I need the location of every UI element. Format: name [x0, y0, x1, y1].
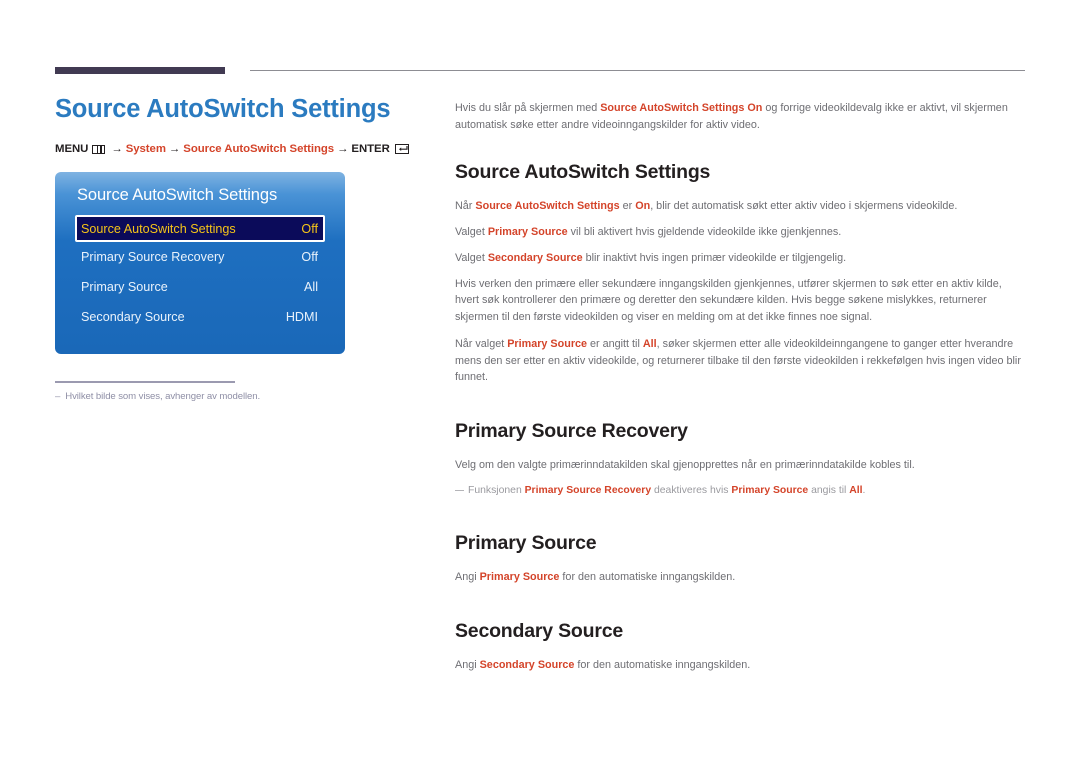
section-title-primary-source: Primary Source	[455, 532, 597, 555]
note-highlight: All	[849, 484, 863, 496]
osd-row-value: Off	[301, 250, 318, 265]
footnote: – Hvilket bilde som vises, avhenger av m…	[55, 391, 425, 402]
para-highlight: Secondary Source	[479, 659, 575, 672]
osd-row-primary-source-recovery[interactable]: Primary Source Recovery Off	[75, 242, 325, 272]
note-body: Funksjonen Primary Source Recovery deakt…	[468, 483, 865, 499]
para-text: Når valget	[455, 337, 508, 350]
para-text: for den automatiske inngangskilden.	[574, 659, 751, 672]
para-text: Angi	[455, 659, 480, 672]
osd-menu-panel: Source AutoSwitch Settings Source AutoSw…	[55, 172, 345, 355]
osd-panel-title: Source AutoSwitch Settings	[77, 186, 278, 205]
osd-row-value: HDMI	[285, 310, 318, 325]
menu-path-breadcrumb: MENU → System → Source AutoSwitch Settin…	[55, 143, 425, 155]
footnote-dash: –	[55, 391, 61, 403]
menu-path-arrow-2: →	[168, 143, 181, 156]
section-2-paragraph-0: Angi Primary Source for den automatiske …	[455, 569, 1027, 586]
footnote-divider	[55, 381, 235, 384]
section-0-paragraph-3: Hvis verken den primære eller sekundære …	[455, 277, 1002, 324]
section-title-source-autoswitch-settings: Source AutoSwitch Settings	[455, 161, 711, 184]
para-highlight: On	[635, 200, 651, 213]
para-highlight: Source AutoSwitch Settings	[475, 200, 620, 213]
osd-row-list: Source AutoSwitch Settings Off Primary S…	[55, 215, 345, 332]
menu-path-step-system[interactable]: System	[126, 143, 166, 155]
osd-row-label: Source AutoSwitch Settings	[81, 221, 236, 236]
menu-grid-icon	[92, 144, 106, 154]
para-text: Valget	[455, 226, 488, 239]
intro-text-1: Hvis du slår på skjermen med	[455, 102, 601, 114]
section-0-paragraph-1: Valget Primary Source vil bli aktivert h…	[455, 224, 1027, 241]
footnote-text: Hvilket bilde som vises, avhenger av mod…	[65, 391, 261, 403]
para-text: Angi	[455, 571, 480, 584]
para-text: er angitt til	[587, 337, 643, 350]
left-column: Source AutoSwitch Settings MENU → System…	[55, 95, 425, 402]
section-1-paragraph-0: Velg om den valgte primærinndatakilden s…	[455, 459, 915, 472]
para-text: blir inaktivt hvis ingen primær videokil…	[582, 251, 847, 264]
note-highlight: Primary Source	[731, 484, 809, 496]
para-text: , blir det automatisk søkt etter aktiv v…	[650, 200, 958, 213]
osd-row-label: Primary Source	[81, 280, 168, 295]
menu-path-arrow-1: →	[111, 143, 123, 156]
intro-highlight: Source AutoSwitch Settings On	[600, 102, 763, 114]
osd-row-value: All	[304, 280, 318, 295]
note-dash-icon	[455, 489, 464, 492]
right-column: Hvis du slår på skjermen med Source Auto…	[455, 100, 1027, 674]
menu-path-enter-label: ENTER	[351, 143, 390, 156]
osd-row-secondary-source[interactable]: Secondary Source HDMI	[75, 302, 325, 332]
menu-path-step-source-autoswitch[interactable]: Source AutoSwitch Settings	[183, 143, 334, 155]
para-text: Valget	[455, 251, 488, 264]
para-text: Når	[455, 200, 476, 213]
note-text: Funksjonen	[468, 484, 525, 496]
section-0-paragraph-0: Når Source AutoSwitch Settings er On, bl…	[455, 198, 1027, 215]
header-accent-bar	[55, 67, 225, 74]
note-highlight: Primary Source Recovery	[524, 484, 652, 496]
osd-row-value: Off	[301, 221, 318, 236]
para-highlight: Primary Source	[507, 337, 588, 350]
osd-row-label: Secondary Source	[81, 310, 185, 325]
section-title-primary-source-recovery: Primary Source Recovery	[455, 420, 688, 443]
menu-path-menu-label: MENU	[55, 143, 89, 156]
para-text: vil bli aktivert hvis gjeldende videokil…	[567, 226, 842, 239]
para-text: er	[619, 200, 636, 213]
section-1-note: Funksjonen Primary Source Recovery deakt…	[455, 483, 1027, 499]
section-0-paragraph-2: Valget Secondary Source blir inaktivt hv…	[455, 250, 1027, 267]
para-highlight: Secondary Source	[487, 251, 583, 264]
osd-row-primary-source[interactable]: Primary Source All	[75, 272, 325, 302]
note-text: deaktiveres hvis	[651, 484, 732, 496]
para-text: for den automatiske inngangskilden.	[559, 571, 736, 584]
note-text: angis til	[808, 484, 850, 496]
para-highlight: Primary Source	[479, 571, 560, 584]
intro-paragraph: Hvis du slår på skjermen med Source Auto…	[455, 100, 1027, 133]
header-divider-line	[250, 70, 1025, 71]
section-title-secondary-source: Secondary Source	[455, 620, 624, 643]
note-text: .	[862, 484, 866, 496]
para-highlight: All	[642, 337, 657, 350]
section-0-paragraph-4: Når valget Primary Source er angitt til …	[455, 336, 1027, 386]
para-highlight: Primary Source	[487, 226, 568, 239]
menu-path-arrow-3: →	[337, 143, 349, 156]
section-3-paragraph-0: Angi Secondary Source for den automatisk…	[455, 657, 1027, 674]
osd-row-source-autoswitch-settings[interactable]: Source AutoSwitch Settings Off	[75, 215, 325, 243]
enter-return-icon	[394, 144, 409, 155]
page-title: Source AutoSwitch Settings	[55, 95, 391, 123]
osd-row-label: Primary Source Recovery	[81, 250, 225, 265]
